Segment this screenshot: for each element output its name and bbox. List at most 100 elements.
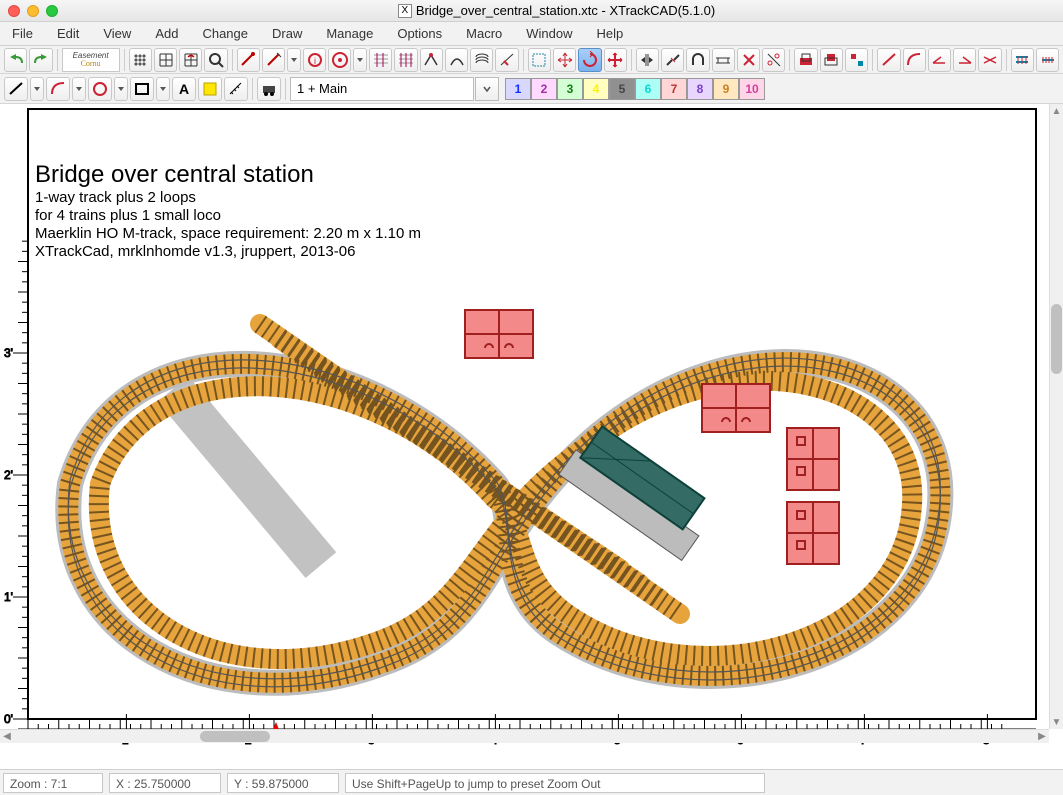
move-tool-button[interactable] xyxy=(553,48,576,72)
menu-edit[interactable]: Edit xyxy=(45,22,91,46)
join-track-button[interactable] xyxy=(262,48,285,72)
layer-select[interactable]: 1 + Main xyxy=(290,77,474,101)
layer-btn-3[interactable]: 3 xyxy=(557,78,583,100)
turnout-left-icon[interactable] xyxy=(928,48,951,72)
curved-track-icon[interactable] xyxy=(903,48,926,72)
flip-h-button[interactable] xyxy=(636,48,659,72)
menu-view[interactable]: View xyxy=(91,22,143,46)
parallel-track-icon[interactable] xyxy=(1011,48,1034,72)
layer-btn-10[interactable]: 10 xyxy=(739,78,765,100)
layer-btn-7[interactable]: 7 xyxy=(661,78,687,100)
pan-tool-button[interactable] xyxy=(604,48,627,72)
rotate-tool-button[interactable] xyxy=(578,48,601,72)
layer-btn-6[interactable]: 6 xyxy=(635,78,661,100)
horizontal-scroll-thumb[interactable] xyxy=(200,731,270,742)
plan-line-2: for 4 trains plus 1 small loco xyxy=(35,207,221,224)
track-grid-2-button[interactable] xyxy=(394,48,417,72)
window-controls xyxy=(8,5,58,17)
modify-track-button[interactable] xyxy=(237,48,260,72)
menu-bar: File Edit View Add Change Draw Manage Op… xyxy=(0,22,1063,46)
plan-line-4: XTrackCad, mrklnhomde v1.3, jruppert, 20… xyxy=(35,243,355,260)
title-bar: X Bridge_over_central_station.xtc - XTra… xyxy=(0,0,1063,22)
menu-options[interactable]: Options xyxy=(385,22,454,46)
straight-track-icon[interactable] xyxy=(877,48,900,72)
scroll-left-arrow[interactable]: ◀ xyxy=(0,730,14,743)
helix-button[interactable] xyxy=(470,48,493,72)
ruler-tool-button[interactable] xyxy=(224,77,248,101)
minimize-window-button[interactable] xyxy=(27,5,39,17)
arc-tool-button[interactable] xyxy=(46,77,70,101)
window-title: Bridge_over_central_station.xtc - XTrack… xyxy=(416,3,715,18)
run-trains-button[interactable] xyxy=(257,77,281,101)
delete-button[interactable] xyxy=(737,48,760,72)
layer-btn-1[interactable]: 1 xyxy=(505,78,531,100)
turnout-right-icon[interactable] xyxy=(953,48,976,72)
horizontal-scrollbar[interactable]: ◀ ▶ xyxy=(0,729,1049,743)
describe-button[interactable]: i xyxy=(303,48,326,72)
grid-lines-button[interactable] xyxy=(154,48,177,72)
crossing-icon[interactable] xyxy=(978,48,1001,72)
curve-fit-button[interactable] xyxy=(445,48,468,72)
menu-draw[interactable]: Draw xyxy=(260,22,314,46)
line-tool-button[interactable] xyxy=(4,77,28,101)
box-tool-button[interactable] xyxy=(130,77,154,101)
plan-line-3: Maerklin HO M-track, space requirement: … xyxy=(35,225,421,242)
circle-dropdown[interactable] xyxy=(114,77,128,101)
elevation-button[interactable] xyxy=(420,48,443,72)
join-dropdown[interactable] xyxy=(287,48,301,72)
line-dropdown[interactable] xyxy=(30,77,44,101)
scroll-up-arrow[interactable]: ▲ xyxy=(1050,104,1063,118)
bridge-button[interactable] xyxy=(712,48,735,72)
properties-dropdown[interactable] xyxy=(353,48,367,72)
menu-change[interactable]: Change xyxy=(190,22,260,46)
status-y: Y : 59.875000 xyxy=(227,773,339,793)
redo-button[interactable] xyxy=(29,48,52,72)
snap-grid-button[interactable] xyxy=(129,48,152,72)
layer-btn-9[interactable]: 9 xyxy=(713,78,739,100)
menu-macro[interactable]: Macro xyxy=(454,22,514,46)
track-grid-1-button[interactable] xyxy=(369,48,392,72)
trim-button[interactable] xyxy=(762,48,785,72)
layer-btn-2[interactable]: 2 xyxy=(531,78,557,100)
zoom-select-button[interactable] xyxy=(204,48,227,72)
above-button[interactable] xyxy=(794,48,817,72)
drawing-canvas[interactable]: 0'1'2'3' 1'2'3'4'5'6'7'8' Bridge over ce… xyxy=(0,104,1063,769)
status-zoom: Zoom : 7:1 xyxy=(3,773,103,793)
group-button[interactable] xyxy=(845,48,868,72)
select-tool-button[interactable] xyxy=(528,48,551,72)
text-tool-button[interactable]: A xyxy=(172,77,196,101)
properties-button[interactable] xyxy=(328,48,351,72)
menu-manage[interactable]: Manage xyxy=(314,22,385,46)
menu-file[interactable]: File xyxy=(0,22,45,46)
scroll-down-arrow[interactable]: ▼ xyxy=(1050,715,1063,729)
split-track-button[interactable] xyxy=(661,48,684,72)
undo-button[interactable] xyxy=(4,48,27,72)
track-ties-icon[interactable] xyxy=(1036,48,1059,72)
status-message: Use Shift+PageUp to jump to preset Zoom … xyxy=(345,773,765,793)
menu-window[interactable]: Window xyxy=(514,22,584,46)
menu-add[interactable]: Add xyxy=(143,22,190,46)
building-3 xyxy=(787,428,839,490)
layer-btn-4[interactable]: 4 xyxy=(583,78,609,100)
magnet-snap-button[interactable] xyxy=(179,48,202,72)
arc-dropdown[interactable] xyxy=(72,77,86,101)
layer-btn-5[interactable]: 5 xyxy=(609,78,635,100)
svg-text:A: A xyxy=(179,81,189,97)
easement-button[interactable]: Easement Cornu xyxy=(62,48,120,72)
menu-help[interactable]: Help xyxy=(585,22,636,46)
layer-select-dropdown[interactable] xyxy=(475,77,499,101)
vertical-scrollbar[interactable]: ▲ ▼ xyxy=(1049,104,1063,729)
scroll-right-arrow[interactable]: ▶ xyxy=(1035,730,1049,743)
below-button[interactable] xyxy=(820,48,843,72)
connect-tool-button[interactable] xyxy=(495,48,518,72)
layer-btn-8[interactable]: 8 xyxy=(687,78,713,100)
vertical-scroll-thumb[interactable] xyxy=(1051,304,1062,374)
toolbar-top: Easement Cornu i xyxy=(0,46,1063,74)
close-window-button[interactable] xyxy=(8,5,20,17)
zoom-window-button[interactable] xyxy=(46,5,58,17)
circle-tool-button[interactable] xyxy=(88,77,112,101)
layer-buttons: 1 2 3 4 5 6 7 8 9 10 xyxy=(505,78,765,100)
box-dropdown[interactable] xyxy=(156,77,170,101)
note-tool-button[interactable] xyxy=(198,77,222,101)
tunnel-button[interactable] xyxy=(686,48,709,72)
